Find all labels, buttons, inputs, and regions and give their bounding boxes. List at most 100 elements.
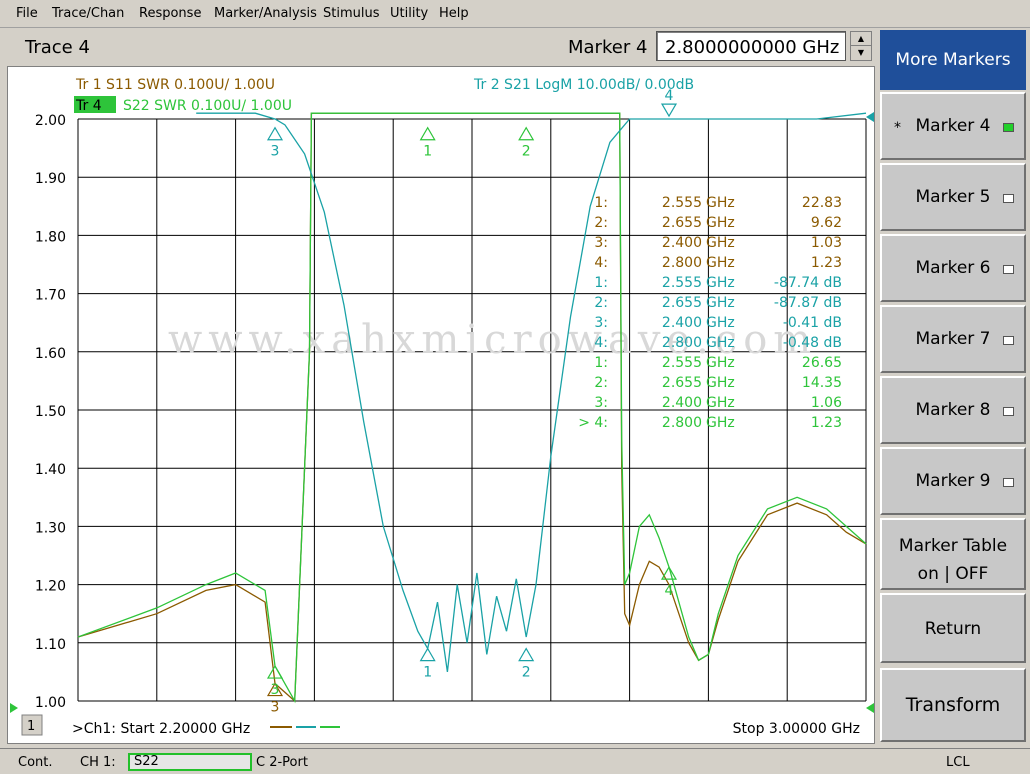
start-frequency[interactable]: >Ch1: Start 2.20000 GHz xyxy=(72,721,250,737)
marker-table-number: 1: xyxy=(594,195,608,211)
marker-table-number: 3: xyxy=(594,395,608,411)
marker-frequency-spinner[interactable]: ▲ ▼ xyxy=(850,31,872,61)
marker-table-value: 9.62 xyxy=(811,215,842,231)
marker-table-value: 1.23 xyxy=(811,255,842,271)
marker-table-value: 1.23 xyxy=(811,415,842,431)
marker-triangle-icon[interactable] xyxy=(266,664,284,679)
marker-number-label: 3 xyxy=(271,700,280,716)
marker-number-label: 2 xyxy=(522,144,531,160)
softkey-label: More Markers xyxy=(895,50,1011,70)
marker-table-unit: GHz xyxy=(706,275,735,291)
softkey-marker-8[interactable]: Marker 8 xyxy=(880,376,1026,444)
y-tick-label: 1.80 xyxy=(35,229,66,245)
marker-table-unit: GHz xyxy=(706,315,735,331)
marker-table-unit: GHz xyxy=(706,295,735,311)
trace-label-tr4[interactable]: S22 SWR 0.100U/ 1.00U xyxy=(123,98,292,114)
marker-table-number: 1: xyxy=(594,355,608,371)
softkey-label: Transform xyxy=(905,694,1001,716)
marker-triangle-icon[interactable] xyxy=(419,126,436,141)
marker-table-value: 14.35 xyxy=(802,375,842,391)
marker-table-value: -0.41 dB xyxy=(783,315,842,331)
marker-table-value: -0.48 dB xyxy=(783,335,842,351)
spin-down-icon[interactable]: ▼ xyxy=(851,46,871,60)
spin-up-icon[interactable]: ▲ xyxy=(851,32,871,46)
marker-table-number: 3: xyxy=(594,315,608,331)
stop-frequency[interactable]: Stop 3.00000 GHz xyxy=(733,721,860,737)
softkey-more-markers[interactable]: More Markers xyxy=(880,30,1026,90)
menu-help[interactable]: Help xyxy=(439,6,469,21)
softkey-transform[interactable]: Transform xyxy=(880,668,1026,742)
marker-table-frequency: 2.555 xyxy=(662,355,702,371)
menu-stimulus[interactable]: Stimulus xyxy=(323,6,380,21)
marker-table-value: 22.83 xyxy=(802,195,842,211)
y-tick-labels: 2.00 1.90 1.80 1.70 1.60 1.50 1.40 1.30 1.20 1.10… xyxy=(35,113,66,711)
trace-title: Trace 4 xyxy=(25,37,90,58)
reference-arrow-left-icon xyxy=(10,703,18,713)
softkey-label: Return xyxy=(924,619,982,639)
reference-arrow-right-icon xyxy=(866,112,874,122)
marker-triangle-icon[interactable] xyxy=(419,647,436,662)
marker-table-frequency: 2.555 xyxy=(662,195,702,211)
marker-table-unit: GHz xyxy=(706,255,735,271)
marker-table-frequency: 2.800 xyxy=(662,335,702,351)
marker-label: Marker 4 xyxy=(568,37,648,58)
marker-table-frequency: 2.400 xyxy=(662,235,702,251)
marker-number-label: 1 xyxy=(423,665,432,681)
marker-frequency-value: 2.8000000000 GHz xyxy=(665,37,840,58)
led-off-icon xyxy=(1003,478,1014,487)
marker-table-unit: GHz xyxy=(706,395,735,411)
softkey-marker-table[interactable]: Marker Table on | OFF xyxy=(880,518,1026,590)
y-tick-label: 1.30 xyxy=(35,520,66,536)
marker-triangle-icon[interactable] xyxy=(518,647,535,662)
marker-triangle-icon[interactable] xyxy=(518,126,535,141)
menu-response[interactable]: Response xyxy=(139,6,201,21)
channel-badge[interactable]: 1 xyxy=(27,719,35,734)
marker-table-unit: GHz xyxy=(706,375,735,391)
menu-trace-chan[interactable]: Trace/Chan xyxy=(52,6,124,21)
softkey-marker-4[interactable]: * Marker 4 xyxy=(880,92,1026,160)
marker-table-value: -87.74 dB xyxy=(774,275,842,291)
status-bar: Cont. CH 1: S22 C 2-Port LCL xyxy=(0,748,1030,774)
softkey-panel: More Markers * Marker 4 Marker 5 Marker … xyxy=(876,28,1030,746)
title-row: Trace 4 Marker 4 2.8000000000 GHz ▲ ▼ xyxy=(0,28,876,66)
marker-table-value: -87.87 dB xyxy=(774,295,842,311)
marker-table-value: 1.06 xyxy=(811,395,842,411)
chart-area: 2.00 1.90 1.80 1.70 1.60 1.50 1.40 1.30 1.20 1.10… xyxy=(7,66,875,744)
menu-bar: File Trace/Chan Response Marker/Analysis… xyxy=(0,0,1030,28)
led-on-icon xyxy=(1003,123,1014,132)
marker-table-frequency: 2.400 xyxy=(662,315,702,331)
marker-table-number: 4: xyxy=(594,335,608,351)
marker-table-unit: GHz xyxy=(706,235,735,251)
menu-marker-analysis[interactable]: Marker/Analysis xyxy=(214,6,317,21)
softkey-marker-9[interactable]: Marker 9 xyxy=(880,447,1026,515)
softkey-marker-7[interactable]: Marker 7 xyxy=(880,305,1026,373)
softkey-return[interactable]: Return xyxy=(880,593,1026,663)
marker-triangle-icon[interactable] xyxy=(660,103,678,118)
led-off-icon xyxy=(1003,407,1014,416)
chart-svg: 2.00 1.90 1.80 1.70 1.60 1.50 1.40 1.30 1.20 1.10… xyxy=(10,77,874,737)
series-line-s21 xyxy=(196,112,867,672)
trace-label-tr1[interactable]: Tr 1 S11 SWR 0.100U/ 1.00U xyxy=(75,77,275,93)
marker-table-number: 2: xyxy=(594,295,608,311)
y-tick-label: 1.90 xyxy=(35,171,66,187)
menu-utility[interactable]: Utility xyxy=(390,6,428,21)
status-mode: Cont. xyxy=(18,755,53,770)
marker-table-number: 2: xyxy=(594,215,608,231)
status-parameter[interactable]: S22 xyxy=(128,753,252,771)
marker-table-unit: GHz xyxy=(706,335,735,351)
marker-triangle-icon[interactable] xyxy=(266,126,284,141)
marker-table-frequency: 2.800 xyxy=(662,255,702,271)
selected-star-icon: * xyxy=(894,120,901,136)
marker-table-number: > 4: xyxy=(578,415,608,431)
softkey-marker-5[interactable]: Marker 5 xyxy=(880,163,1026,231)
y-tick-label: 1.10 xyxy=(35,637,66,653)
trace-label-tr2[interactable]: Tr 2 S21 LogM 10.00dB/ 0.00dB xyxy=(473,77,694,93)
trace-label-tr4-badge[interactable]: Tr 4 xyxy=(75,98,102,114)
marker-table-frequency: 2.655 xyxy=(662,295,702,311)
marker-table-value: 1.03 xyxy=(811,235,842,251)
menu-file[interactable]: File xyxy=(16,6,38,21)
softkey-marker-6[interactable]: Marker 6 xyxy=(880,234,1026,302)
y-tick-label: 1.40 xyxy=(35,462,66,478)
marker-frequency-input[interactable]: 2.8000000000 GHz xyxy=(656,31,846,61)
marker-number-label: 4 xyxy=(665,583,674,599)
